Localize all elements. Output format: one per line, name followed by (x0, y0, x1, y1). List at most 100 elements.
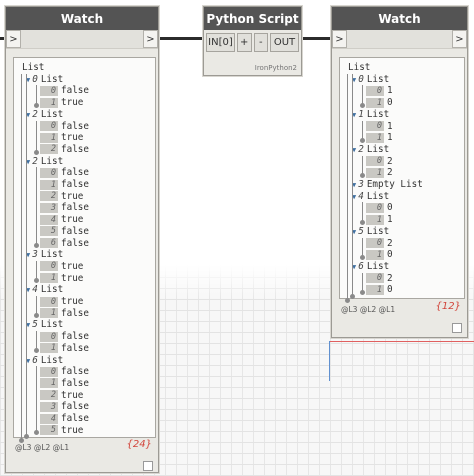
item-value: 0 (387, 249, 393, 261)
item-index: 1 (366, 132, 384, 143)
sublist-label: List (366, 225, 390, 237)
tree-node-dot (360, 289, 365, 295)
item-index: 0 (40, 85, 58, 96)
list-levels-label[interactable]: @L3 @L2 @L1 (15, 443, 69, 452)
item-index: 1 (40, 179, 58, 190)
root-tree-line (345, 73, 350, 303)
list-item: 1 false (40, 343, 89, 355)
item-count: {24} (126, 439, 152, 450)
list-item: 00 (366, 202, 393, 214)
python-script-node[interactable]: Python Script IN[0] + - OUT IronPython2 (203, 6, 302, 76)
item-value: false (61, 237, 89, 249)
sublist-index: 2 (32, 155, 38, 167)
item-value: true (61, 424, 84, 436)
item-value: false (61, 143, 89, 155)
root-tree-line (19, 73, 24, 444)
item-index: 3 (40, 401, 58, 412)
input-port[interactable]: > (332, 30, 347, 48)
output-port-out[interactable]: OUT (270, 33, 299, 52)
item-index: 0 (366, 202, 384, 213)
python-node-title: Python Script (204, 7, 301, 30)
sublist-tree-line (34, 120, 39, 155)
sublist-tree-line (34, 260, 39, 284)
tree-node-dot (34, 278, 39, 284)
sublist-row[interactable]: ▼ 6 List (352, 261, 389, 273)
sublist-row[interactable]: ▼ 5 List (26, 319, 63, 331)
item-index: 1 (366, 167, 384, 178)
list-item: 4 false (40, 413, 89, 425)
root-list-label: List (348, 62, 371, 73)
item-index: 1 (40, 273, 58, 284)
item-index: 2 (40, 390, 58, 401)
list-item: 0 false (40, 167, 89, 179)
item-value: false (61, 366, 89, 378)
sublist-row[interactable]: ▼ 3 Empty List (352, 179, 423, 191)
sublist-row[interactable]: ▼ 6 List (26, 355, 63, 367)
sublist-row[interactable]: ▼ 0 List (352, 74, 389, 86)
sublist-row[interactable]: ▼ 3 List (26, 249, 63, 261)
item-index: 6 (40, 238, 58, 248)
sublist-label: List (40, 155, 64, 167)
output-port[interactable]: > (143, 30, 158, 48)
sublist-tree-line (34, 167, 39, 249)
list-item: 1 false (40, 308, 89, 320)
sublist-row[interactable]: ▼ 5 List (352, 226, 389, 238)
wire-python-to-right[interactable] (300, 37, 331, 40)
item-index: 3 (40, 202, 58, 213)
resize-handle[interactable] (452, 323, 462, 333)
item-index: 5 (40, 425, 58, 436)
sublist-index: 2 (32, 108, 38, 120)
output-port[interactable]: > (452, 30, 467, 48)
list-item: 11 (366, 132, 393, 144)
item-value: true (61, 296, 84, 307)
sublist-index: 6 (358, 260, 364, 272)
sublist-index: 5 (358, 225, 364, 237)
list-item: 4 true (40, 214, 83, 226)
sublist-row[interactable]: ▼ 2 List (26, 109, 63, 121)
sublist-label: List (366, 143, 390, 155)
item-value: true (61, 97, 84, 109)
item-index: 1 (40, 308, 58, 319)
input-port-in0[interactable]: IN[0] (206, 33, 235, 52)
list-item: 11 (366, 214, 393, 226)
sublist-label: List (40, 73, 64, 85)
sublist-row[interactable]: ▼ 4 List (352, 191, 389, 203)
sublist-row[interactable]: ▼ 0 List (26, 74, 63, 86)
sublist-row[interactable]: ▼ 1 List (352, 109, 389, 121)
item-value: false (61, 120, 89, 132)
watch-output-panel[interactable]: List ▼ 0 List 0 false 1 true ▼ 2 List 0 false 1 true 2 f… (13, 57, 156, 444)
item-value: false (61, 401, 89, 413)
watch-node-right[interactable]: Watch > > List ▼ 0 List 0 1 1 0 ▼ 1 List 0 1 1 1 ▼ 2 List… (331, 6, 468, 338)
watch-output-panel[interactable]: List ▼ 0 List 0 1 1 0 ▼ 1 List 0 1 1 1 ▼ 2 List 0 2 1 2 ▼ 3 Empt… (339, 57, 465, 303)
item-value: true (61, 272, 84, 284)
sublist-row[interactable]: ▼ 2 List (352, 144, 389, 156)
item-value: 1 (387, 120, 393, 132)
list-item: 1 true (40, 132, 83, 144)
tree-node-dot (34, 430, 39, 436)
input-port[interactable]: > (6, 30, 21, 48)
list-item: 02 (366, 273, 393, 285)
list-item: 2 true (40, 390, 83, 402)
item-value: 1 (387, 132, 393, 144)
remove-input-button[interactable]: - (253, 33, 269, 52)
item-value: false (61, 225, 89, 237)
item-value: false (61, 167, 89, 179)
item-value: true (61, 389, 84, 401)
sublist-index: 6 (32, 354, 38, 366)
sublist-tree-line (360, 272, 365, 295)
wire-left-to-python[interactable] (157, 37, 204, 40)
list-item: 02 (366, 238, 393, 250)
list-levels-label[interactable]: @L3 @L2 @L1 (341, 305, 395, 314)
item-value: false (61, 377, 89, 389)
sublist-row[interactable]: ▼ 4 List (26, 284, 63, 296)
item-index: 1 (366, 214, 384, 225)
item-index: 1 (366, 284, 384, 295)
resize-handle[interactable] (143, 461, 153, 471)
sublist-tree-line (360, 237, 365, 260)
list-item: 01 (366, 121, 393, 133)
sublist-row[interactable]: ▼ 2 List (26, 156, 63, 168)
list-item: 1 false (40, 378, 89, 390)
add-input-button[interactable]: + (236, 33, 252, 52)
sublist-label: List (366, 190, 390, 202)
watch-node-left[interactable]: Watch > > List ▼ 0 List 0 false 1 true ▼ 2 List 0 fa… (5, 6, 159, 473)
